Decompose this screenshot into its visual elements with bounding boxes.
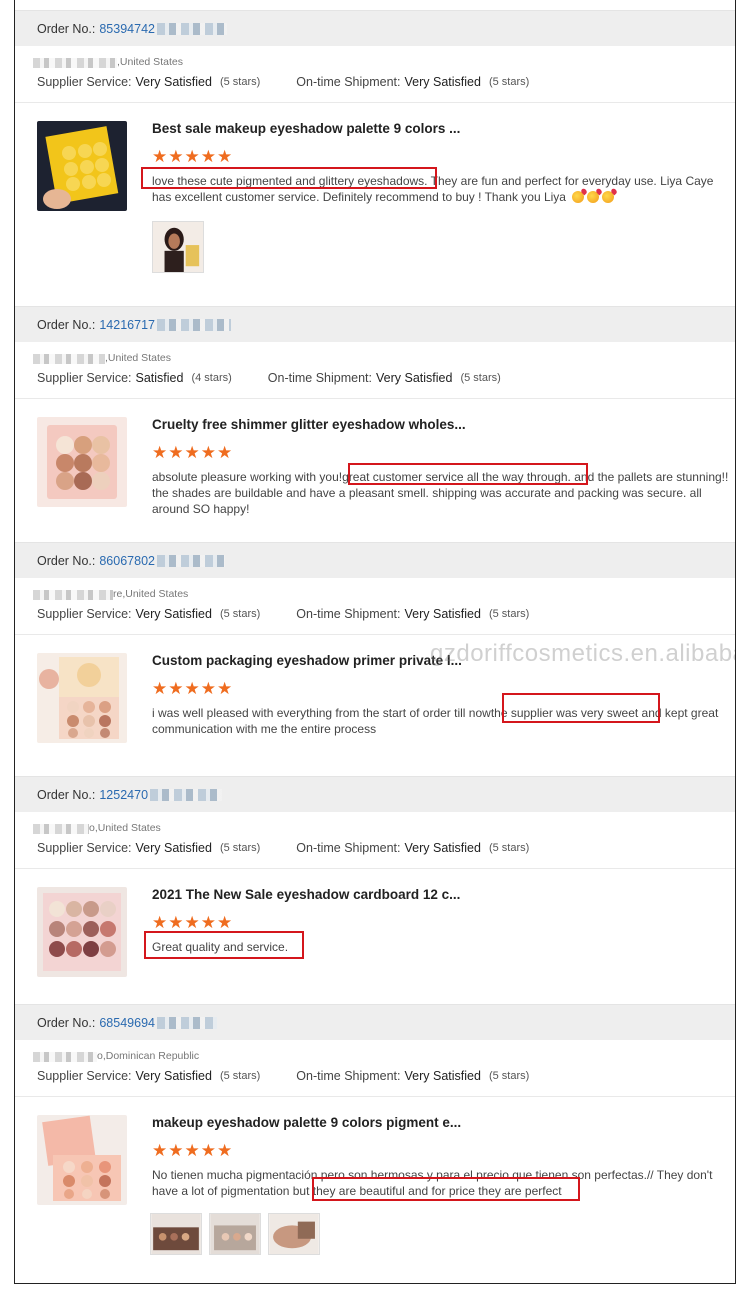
order-header: Order No.: 68549694 — [15, 1004, 735, 1040]
highlight-box — [312, 1177, 580, 1201]
buyer-location: re,United States — [15, 578, 735, 600]
product-title[interactable]: makeup eyeshadow palette 9 colors pigmen… — [152, 1115, 461, 1130]
review-photo[interactable] — [150, 1213, 202, 1255]
product-title[interactable]: Best sale makeup eyeshadow palette 9 col… — [152, 121, 460, 136]
product-thumbnail[interactable] — [37, 417, 127, 507]
product-thumbnail[interactable] — [37, 1115, 127, 1205]
order-number[interactable]: 86067802 — [99, 554, 155, 568]
service-ratings: Supplier Service: Very Satisfied (5 stars)… — [37, 607, 530, 621]
watermark: gzdoriffcosmetics.en.alibaba.com — [430, 640, 735, 667]
highlight-box — [141, 167, 437, 189]
redacted-mask — [33, 354, 105, 364]
buyer-location: ,United States — [15, 342, 735, 364]
rating-stars: ★★★★★ — [152, 443, 234, 462]
order-card: Order No.: 86067802 re,United States Sup… — [15, 542, 735, 815]
order-number[interactable]: 14216717 — [99, 318, 155, 332]
redacted-mask — [33, 58, 117, 68]
service-ratings: Supplier Service: Very Satisfied (5 stars)… — [37, 1069, 530, 1083]
kiss-emoji-icon — [602, 191, 615, 203]
order-card: Order No.: 1252470 o,United States Suppl… — [15, 776, 735, 1019]
order-number[interactable]: 68549694 — [99, 1016, 155, 1030]
redacted-mask — [33, 824, 89, 834]
redacted-mask — [33, 1052, 97, 1062]
review-photo[interactable] — [209, 1213, 261, 1255]
highlight-box — [348, 463, 588, 485]
order-label: Order No.: — [37, 553, 96, 568]
order-card: Order No.: 68549694 o,Dominican Republic… — [15, 1004, 735, 1277]
product-thumbnail[interactable] — [37, 653, 127, 743]
service-ratings: Supplier Service: Satisfied (4 stars) On-t… — [37, 371, 501, 385]
rating-stars: ★★★★★ — [152, 913, 234, 932]
service-ratings: Supplier Service: Very Satisfied (5 stars)… — [37, 75, 530, 89]
rating-stars: ★★★★★ — [152, 679, 234, 698]
order-header: Order No.: 1252470 — [15, 776, 735, 812]
buyer-location: o,Dominican Republic — [15, 1040, 735, 1062]
order-card: Order No.: 85394742 ,United States Suppl… — [15, 10, 735, 283]
buyer-location: ,United States — [15, 46, 735, 68]
order-header: Order No.: 86067802 — [15, 542, 735, 578]
highlight-box — [502, 693, 660, 723]
order-header: Order No.: 14216717 — [15, 306, 735, 342]
rating-stars: ★★★★★ — [152, 147, 234, 166]
buyer-location: o,United States — [15, 812, 735, 834]
order-header: Order No.: 85394742 — [15, 10, 735, 46]
service-ratings: Supplier Service: Very Satisfied (5 stars)… — [37, 841, 530, 855]
product-review: Best sale makeup eyeshadow palette 9 col… — [15, 103, 735, 283]
product-review: 2021 The New Sale eyeshadow cardboard 12… — [15, 869, 735, 1019]
order-number[interactable]: 1252470 — [99, 788, 148, 802]
reviews-panel: Order No.: 85394742 ,United States Suppl… — [14, 0, 736, 1284]
kiss-emoji-icon — [572, 191, 585, 203]
redacted-mask — [156, 318, 231, 331]
order-label: Order No.: — [37, 21, 96, 36]
redacted-mask — [156, 22, 227, 35]
product-thumbnail[interactable] — [37, 887, 127, 977]
redacted-mask — [33, 590, 113, 600]
review-photo[interactable] — [268, 1213, 320, 1255]
product-title[interactable]: 2021 The New Sale eyeshadow cardboard 12… — [152, 887, 460, 902]
rating-stars: ★★★★★ — [152, 1141, 234, 1160]
product-title[interactable]: Custom packaging eyeshadow primer privat… — [152, 653, 462, 668]
product-thumbnail[interactable] — [37, 121, 127, 211]
redacted-mask — [150, 788, 223, 801]
order-label: Order No.: — [37, 317, 96, 332]
order-number[interactable]: 85394742 — [99, 22, 155, 36]
redacted-mask — [156, 1016, 217, 1029]
product-title[interactable]: Cruelty free shimmer glitter eyeshadow w… — [152, 417, 466, 432]
review-photo[interactable] — [152, 221, 204, 273]
highlight-box — [144, 931, 304, 959]
product-review: makeup eyeshadow palette 9 colors pigmen… — [15, 1097, 735, 1277]
redacted-mask — [156, 554, 225, 567]
kiss-emoji-icon — [587, 191, 600, 203]
order-label: Order No.: — [37, 1015, 96, 1030]
order-card: Order No.: 14216717 ,United States Suppl… — [15, 306, 735, 579]
order-label: Order No.: — [37, 787, 96, 802]
